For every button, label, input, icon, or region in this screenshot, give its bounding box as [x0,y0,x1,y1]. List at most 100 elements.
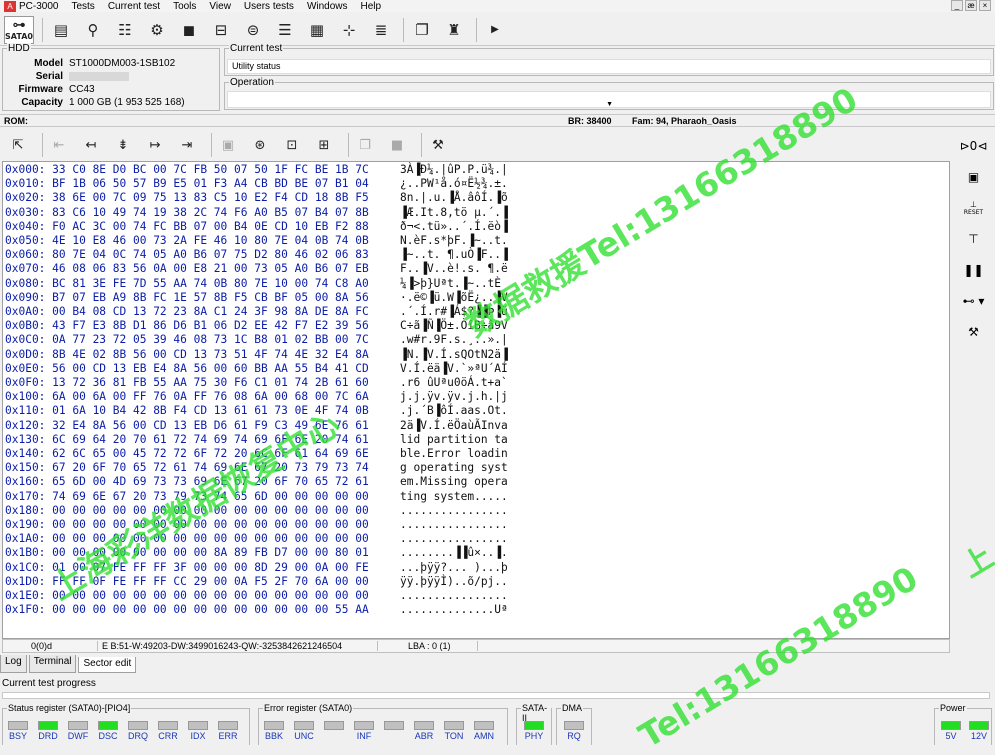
menu-tools[interactable]: Tools [173,1,196,12]
prev-sector-icon[interactable]: ↤ [79,131,103,159]
ide-port-icon[interactable]: ▣ [959,164,989,190]
menu-users-tests[interactable]: Users tests [244,1,294,12]
hex-bytes[interactable]: 00 00 00 00 00 00 00 00 00 00 00 00 00 0… [45,603,369,616]
hex-bytes[interactable]: 13 72 36 81 FB 55 AA 75 30 F6 C1 01 74 2… [45,376,369,389]
hex-bytes[interactable]: BC 81 3E FE 7D 55 AA 74 0B 80 7E 10 00 7… [45,277,369,290]
hex-ascii[interactable]: em.Missing opera [400,475,508,489]
hex-ascii[interactable]: ÿÿ.þÿÿÌ)..õ/pj.. [400,575,508,589]
menu-current-test[interactable]: Current test [108,1,160,12]
open-file-icon[interactable]: ⇱ [6,131,30,159]
hex-row[interactable]: 0x1B0: 00 00 00 00 00 00 00 00 8A 89 FB … [5,546,508,560]
hex-bytes[interactable]: 62 6C 65 00 45 72 72 6F 72 20 6C 6F 61 6… [45,447,369,460]
hex-bytes[interactable]: 65 6D 00 4D 69 73 73 69 6E 67 20 6F 70 6… [45,475,369,488]
hex-ascii[interactable]: .w#r.9F.s.¸..».| [400,333,508,347]
hex-row[interactable]: 0x050: 4E 10 E8 46 00 73 2A FE 46 10 80 … [5,234,508,248]
search-icon[interactable]: ⚲ [79,16,107,44]
ground-icon[interactable]: ⊤ [959,226,989,252]
hex-bytes[interactable]: 46 08 06 83 56 0A 00 E8 21 00 73 05 A0 B… [45,262,369,275]
hex-ascii[interactable]: ble.Error loadin [400,447,508,461]
hex-ascii[interactable]: ........▐▐û×..▐. [400,546,508,560]
hex-ascii[interactable]: .j.´B▐ôÍ.aas.Ot. [400,404,508,418]
hex-bytes[interactable]: 00 00 00 00 00 00 00 00 00 00 00 00 00 0… [45,589,369,602]
tab-log[interactable]: Log [0,655,27,673]
hex-ascii[interactable]: N.èF.s*þF.▐~..t. [400,234,508,248]
hex-bytes[interactable]: 8B 4E 02 8B 56 00 CD 13 73 51 4F 74 4E 3… [45,348,369,361]
hex-bytes[interactable]: 01 6A 10 B4 42 8B F4 CD 13 61 61 73 0E 4… [45,404,369,417]
hex-row[interactable]: 0x130: 6C 69 64 20 70 61 72 74 69 74 69 … [5,433,508,447]
hex-bytes[interactable]: 67 20 6F 70 65 72 61 74 69 6E 67 20 73 7… [45,461,369,474]
hex-ascii[interactable]: ▐N.▐V.Í.sQOtN2ä▐ [400,348,508,362]
hex-ascii[interactable]: 3À▐Ð¼.|ûP.P.ü¾.| [400,163,508,177]
hex-row[interactable]: 0x160: 65 6D 00 4D 69 73 73 69 6E 67 20 … [5,475,508,489]
hex-row[interactable]: 0x0C0: 0A 77 23 72 05 39 46 08 73 1C B8 … [5,333,508,347]
hex-ascii[interactable]: ................ [400,532,508,546]
hex-ascii[interactable]: ·.ë©▐ü.W▐õË¿..▐V [400,291,508,305]
hex-row[interactable]: 0x110: 01 6A 10 B4 42 8B F4 CD 13 61 61 … [5,404,508,418]
pause-icon[interactable]: ❚❚ [959,257,989,283]
hex-bytes[interactable]: 56 00 CD 13 EB E4 8A 56 00 60 BB AA 55 B… [45,362,369,375]
hex-row[interactable]: 0x120: 32 E4 8A 56 00 CD 13 EB D6 61 F9 … [5,419,508,433]
play-arrow-icon[interactable]: ▶ [481,16,509,44]
hex-ascii[interactable]: ...þÿÿ?... )...þ [400,561,508,575]
hex-bytes[interactable]: 33 C0 8E D0 BC 00 7C FB 50 07 50 1F FC B… [45,163,369,176]
log-list-icon[interactable]: ≣ [367,16,395,44]
hex-ascii[interactable]: ................ [400,504,508,518]
menu-help[interactable]: Help [361,1,382,12]
hex-row[interactable]: 0x150: 67 20 6F 70 65 72 61 74 69 6E 67 … [5,461,508,475]
reset-power-icon[interactable]: ⊳0⊲ [959,133,989,159]
hex-row[interactable]: 0x170: 74 69 6E 67 20 73 79 73 74 65 6D … [5,490,508,504]
hex-bytes[interactable]: 32 E4 8A 56 00 CD 13 EB D6 61 F9 C3 49 6… [45,419,369,432]
hex-row[interactable]: 0x1C0: 01 00 07 FE FF FF 3F 00 00 00 8D … [5,561,508,575]
hex-bytes[interactable]: FF FF 0F FE FF FF CC 29 00 0A F5 2F 70 6… [45,575,369,588]
hex-row[interactable]: 0x1A0: 00 00 00 00 00 00 00 00 00 00 00 … [5,532,508,546]
hex-row[interactable]: 0x070: 46 08 06 83 56 0A 00 E8 21 00 73 … [5,262,508,276]
disk-cycle-icon[interactable]: ⊜ [239,16,267,44]
paste-icon[interactable]: ■ [385,131,409,159]
read-sector-icon[interactable]: ⊛ [248,131,272,159]
hex-row[interactable]: 0x060: 80 7E 04 0C 74 05 A0 B6 07 75 D2 … [5,248,508,262]
hex-bytes[interactable]: F0 AC 3C 00 74 FC BB 07 00 B4 0E CD 10 E… [45,220,369,233]
next-sector-icon[interactable]: ↦ [143,131,167,159]
head-map-icon[interactable]: ☰ [271,16,299,44]
hex-ascii[interactable]: .´.Í.r#▐Á$?▐▐Þ▐ü [400,305,508,319]
copy-windows-icon[interactable]: ❐ [408,16,436,44]
write-all-icon[interactable]: ⊞ [312,131,336,159]
hex-ascii[interactable]: ¿..PW¹å.ó¤Ë½¾.±. [400,177,508,191]
menu-tests[interactable]: Tests [71,1,94,12]
goto-sector-icon[interactable]: ⇟ [111,131,135,159]
hex-ascii[interactable]: ..............Uª [400,603,508,617]
hex-ascii[interactable]: ð¬<.tü»..´.Í.ëò▐ [400,220,508,234]
hex-row[interactable]: 0x040: F0 AC 3C 00 74 FC BB 07 00 B4 0E … [5,220,508,234]
hex-row[interactable]: 0x140: 62 6C 65 00 45 72 72 6F 72 20 6C … [5,447,508,461]
hex-ascii[interactable]: ¼▐>þ}Uªt.▐~..tÈ [400,277,508,291]
hex-bytes[interactable]: 4E 10 E8 46 00 73 2A FE 46 10 80 7E 04 0… [45,234,369,247]
hex-row[interactable]: 0x0E0: 56 00 CD 13 EB E4 8A 56 00 60 BB … [5,362,508,376]
drive-info-icon[interactable]: ▤ [47,16,75,44]
hex-ascii[interactable]: g operating syst [400,461,508,475]
wrench-tools-icon[interactable]: ⚒ [959,319,989,345]
tab-terminal[interactable]: Terminal [28,655,77,673]
hex-bytes[interactable]: 00 00 00 00 00 00 00 00 00 00 00 00 00 0… [45,504,369,517]
grid-table-icon[interactable]: ▦ [303,16,331,44]
hex-row[interactable]: 0x190: 00 00 00 00 00 00 00 00 00 00 00 … [5,518,508,532]
hex-bytes[interactable]: 6A 00 6A 00 FF 76 0A FF 76 08 6A 00 68 0… [45,390,369,403]
hex-ascii[interactable]: ting system..... [400,490,508,504]
hex-row[interactable]: 0x0F0: 13 72 36 81 FB 55 AA 75 30 F6 C1 … [5,376,508,390]
hex-row[interactable]: 0x0D0: 8B 4E 02 8B 56 00 CD 13 73 51 4F … [5,348,508,362]
sata-port-button[interactable]: ⊶ SATA0 [4,15,34,44]
hex-row[interactable]: 0x0B0: 43 F7 E3 8B D1 86 D6 B1 06 D2 EE … [5,319,508,333]
tab-sector-edit[interactable]: Sector edit [78,657,137,673]
hex-row[interactable]: 0x0A0: 00 B4 08 CD 13 72 23 8A C1 24 3F … [5,305,508,319]
hex-ascii[interactable]: ▐Æ.It.8,tö µ.´.▐ [400,206,508,220]
hex-ascii[interactable]: j.j.ÿv.ÿv.j.h.|j [400,390,508,404]
hex-bytes[interactable]: 00 00 00 00 00 00 00 00 8A 89 FB D7 00 0… [45,546,369,559]
minimize-button[interactable]: _ [951,0,963,11]
hex-row[interactable]: 0x010: BF 1B 06 50 57 B9 E5 01 F3 A4 CB … [5,177,508,191]
hex-bytes[interactable]: 80 7E 04 0C 74 05 A0 B6 07 75 D2 80 46 0… [45,248,369,261]
hex-ascii[interactable]: lid partition ta [400,433,508,447]
last-sector-icon[interactable]: ⇥ [175,131,199,159]
folder-tree-icon[interactable]: ⊟ [207,16,235,44]
hex-editor[interactable]: 0x000: 33 C0 8E D0 BC 00 7C FB 50 07 50 … [2,161,950,639]
user-script-icon[interactable]: ♜ [440,16,468,44]
save-icon[interactable]: ▣ [216,131,240,159]
